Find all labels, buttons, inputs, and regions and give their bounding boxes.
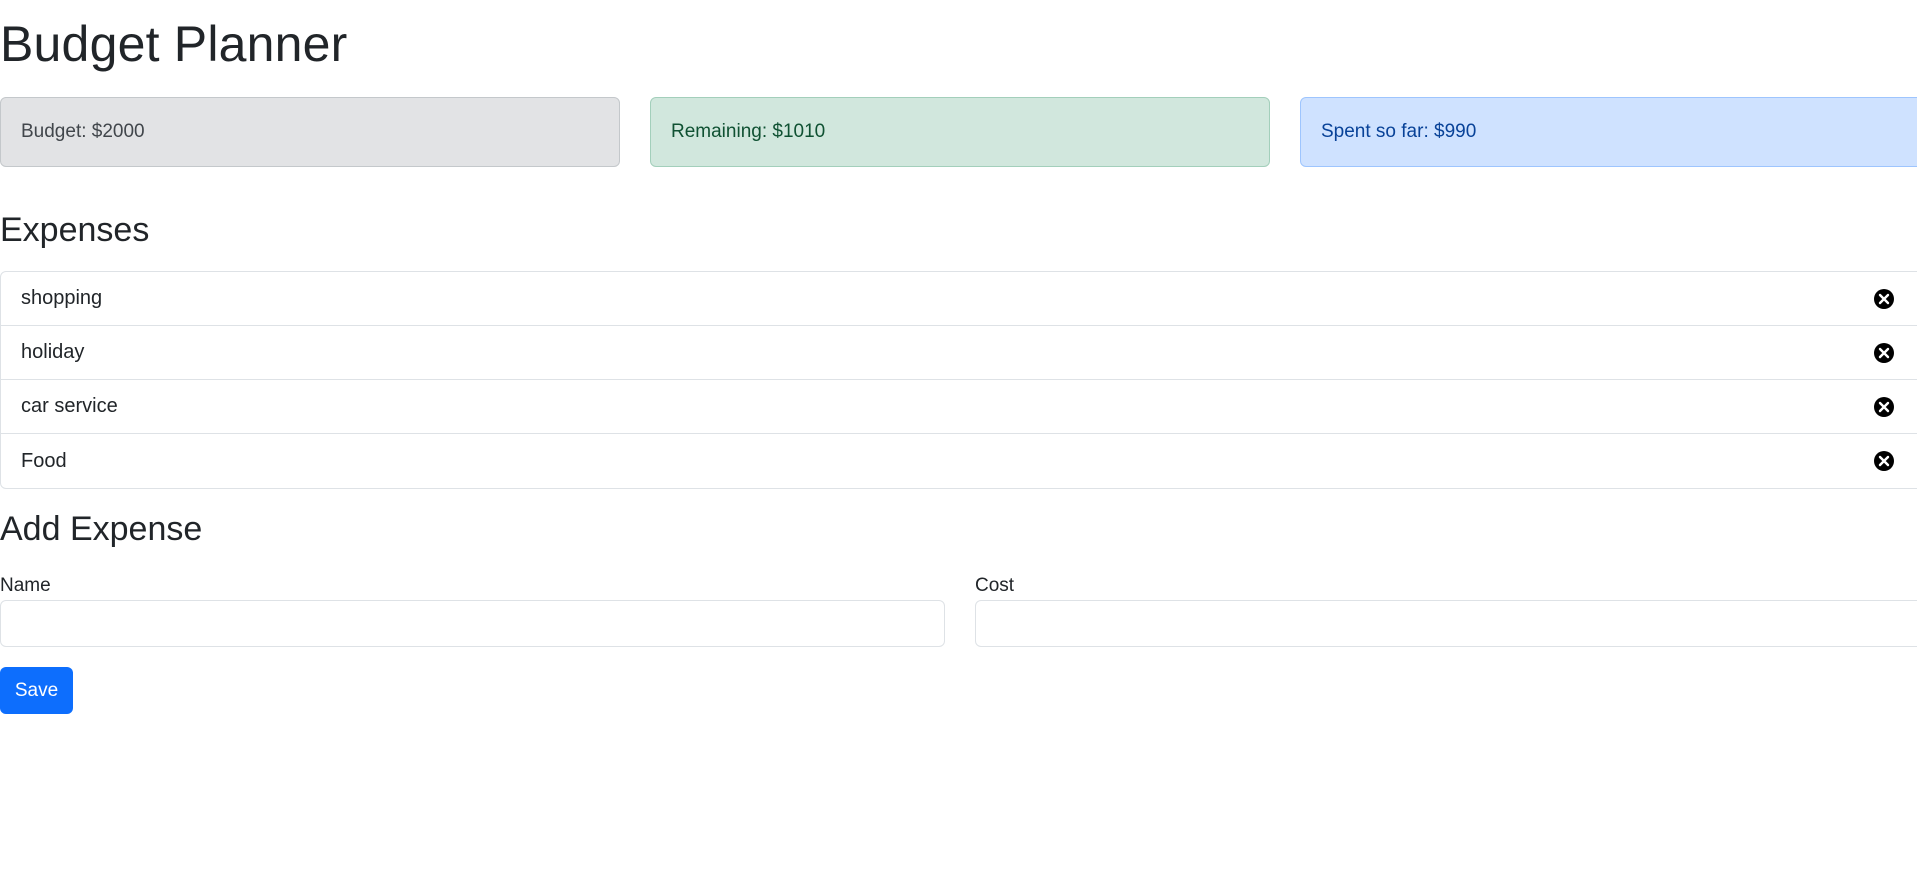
cost-input[interactable]: [975, 600, 1917, 647]
list-item: car service: [1, 380, 1917, 434]
spent-text: Spent so far: $990: [1321, 121, 1477, 142]
expense-name: shopping: [21, 287, 103, 309]
list-item: Food: [1, 434, 1917, 488]
close-circle-icon[interactable]: [1874, 342, 1894, 363]
spent-card: Spent so far: $990: [1300, 97, 1917, 167]
expense-list: shopping holiday car service Food: [0, 271, 1917, 489]
expenses-heading: Expenses: [0, 211, 150, 249]
close-circle-icon[interactable]: [1874, 396, 1894, 417]
save-button[interactable]: Save: [0, 667, 73, 714]
budget-text: Budget: $2000: [21, 121, 145, 142]
expense-name: holiday: [21, 341, 85, 363]
page-title: Budget Planner: [0, 16, 348, 72]
name-label: Name: [0, 575, 51, 596]
list-item: shopping: [1, 272, 1917, 326]
name-input[interactable]: [0, 600, 945, 647]
close-circle-icon[interactable]: [1874, 451, 1894, 471]
expense-name: car service: [21, 395, 118, 417]
remaining-card: Remaining: $1010: [650, 97, 1270, 167]
close-circle-icon[interactable]: [1874, 288, 1894, 309]
expense-name: Food: [21, 449, 67, 472]
budget-card: Budget: $2000: [0, 97, 620, 167]
page: Budget Planner Budget: $2000 Remaining: …: [0, 0, 1917, 886]
remaining-text: Remaining: $1010: [671, 121, 826, 142]
list-item: holiday: [1, 326, 1917, 380]
add-expense-heading: Add Expense: [0, 510, 203, 548]
cost-label: Cost: [975, 575, 1015, 596]
